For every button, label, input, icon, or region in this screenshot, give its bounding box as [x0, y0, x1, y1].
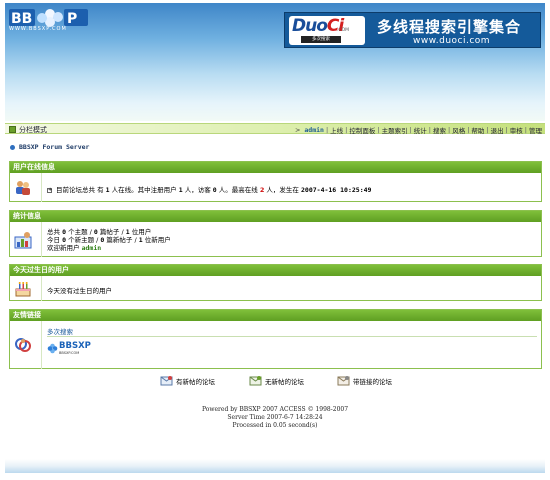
nav-item-logout[interactable]: 退出	[491, 125, 504, 135]
forum-old-icon	[249, 376, 262, 386]
nav-item-control-panel[interactable]: 控制面板	[349, 125, 375, 135]
bbsxp-logo-sub: BBSXP.COM	[59, 351, 80, 355]
forum-new-icon	[160, 376, 173, 386]
nav-item-admin[interactable]: 管理	[529, 125, 542, 135]
duoci-logo-sub: 多次搜索	[301, 36, 341, 43]
nav-item-stats[interactable]: 统计	[414, 125, 427, 135]
friend-links-body: 多次搜索 BBSXP BBSXP.COM	[10, 321, 541, 369]
birthday-body: 今天没有过生日的用户	[10, 276, 541, 301]
nav-item-review[interactable]: 审核	[510, 125, 523, 135]
nav-separator: |	[524, 125, 527, 134]
nav-separator: |	[486, 125, 489, 134]
stats-body: 总共 0 个主题 / 0 篇帖子 / 1 位用户 今日 0 个新主题 / 0 篇…	[10, 222, 541, 257]
layout-mode-label: 分栏模式	[19, 125, 47, 134]
bbsxp-logo-word: BBSXP	[59, 341, 91, 351]
footer-processed-time: Processed in 0.05 second(s)	[232, 422, 318, 429]
advert-url[interactable]: www.duoci.com	[413, 36, 490, 46]
online-summary: + 目前论坛总共 有 1 人在线。其中注册用户 1 人，访客 0 人。最高在线 2…	[47, 186, 372, 194]
section-divider	[41, 222, 42, 257]
header-banner: BB P WWW.BBSXP.COM DuoCi .COM 多次搜索 多线程搜索…	[5, 3, 545, 121]
stats-welcome-line: 欢迎新用户 admin	[47, 244, 102, 252]
nav-item-style[interactable]: 风格	[452, 125, 465, 135]
svg-text:BB: BB	[11, 11, 32, 27]
birthday-title: 今天过生日的用户	[10, 265, 541, 276]
breadcrumb[interactable]: BBSXP Forum Server	[10, 143, 89, 151]
legend-locked-label: 带链接的论坛	[353, 377, 392, 386]
legend-no-new-posts: 无新帖的论坛	[249, 375, 304, 386]
logo-caption: WWW.BBSXP.COM	[9, 26, 67, 32]
bbsxp-flower-icon	[47, 343, 58, 354]
nav-separator: |	[428, 125, 431, 134]
birthday-text: 今天没有过生日的用户	[47, 287, 112, 295]
advert-title: 多线程搜索引擎集合	[377, 18, 522, 36]
footer: Powered by BBSXP 2007 ACCESS © 1998-2007…	[5, 406, 545, 430]
nav-arrow: >	[294, 125, 301, 134]
breadcrumb-bullet-icon	[10, 144, 15, 150]
nav-item-online[interactable]: 上线	[330, 125, 343, 135]
page: BB P WWW.BBSXP.COM DuoCi .COM 多次搜索 多线程搜索…	[5, 3, 545, 473]
layout-icon	[9, 126, 16, 133]
nav-separator: |	[505, 125, 508, 134]
online-users-body: + 目前论坛总共 有 1 人在线。其中注册用户 1 人，访客 0 人。最高在线 2…	[10, 173, 541, 202]
users-online-icon	[16, 181, 30, 195]
stats-title: 统计信息	[10, 211, 541, 222]
link-divider	[47, 336, 537, 337]
nav-username[interactable]: admin	[304, 126, 324, 134]
forum-link-icon	[337, 376, 350, 386]
statistics-icon	[14, 232, 32, 249]
stats-section: 统计信息 总共 0 个主题 / 0 篇帖子 / 1 位用户 今日 0 个新主题 …	[9, 210, 542, 257]
duoci-logo: DuoCi .COM 多次搜索	[289, 16, 365, 45]
footer-bar	[5, 459, 545, 473]
friend-link-duoci[interactable]: 多次搜索	[47, 326, 73, 336]
friend-links-icon	[15, 338, 31, 352]
advert-banner[interactable]: DuoCi .COM 多次搜索 多线程搜索引擎集合 www.duoci.com	[284, 12, 541, 48]
bbsxp-logo[interactable]: BB P	[7, 5, 91, 37]
nav-menu: > admin | 上线 | 控制面板 | 主题索引 | 统计 | 搜索 | 风…	[294, 125, 542, 135]
legend-new-posts-label: 有新帖的论坛	[176, 377, 215, 386]
friend-link-bbsxp[interactable]: BBSXP BBSXP.COM	[47, 341, 91, 357]
section-divider	[41, 321, 42, 369]
nav-separator: |	[325, 125, 329, 134]
footer-powered-by: Powered by BBSXP 2007 ACCESS © 1998-2007	[201, 406, 349, 413]
online-users-title: 用户在线信息	[10, 162, 541, 173]
duoci-logo-com: .COM	[337, 28, 349, 33]
nav-separator: |	[345, 125, 348, 134]
nav-item-search[interactable]: 搜索	[433, 125, 446, 135]
legend-new-posts: 有新帖的论坛	[160, 375, 215, 386]
duoci-logo-word: DuoCi	[292, 16, 344, 36]
nav-separator: |	[377, 125, 380, 134]
nav-item-topic-index[interactable]: 主题索引	[382, 125, 408, 135]
breadcrumb-label[interactable]: BBSXP Forum Server	[19, 143, 89, 151]
section-divider	[41, 173, 42, 202]
newest-user-link[interactable]: admin	[82, 244, 102, 252]
legend-no-new-posts-label: 无新帖的论坛	[265, 377, 304, 386]
nav-item-help[interactable]: 帮助	[471, 125, 484, 135]
expand-icon[interactable]: +	[47, 187, 52, 193]
svg-text:P: P	[67, 11, 77, 27]
section-divider	[41, 276, 42, 301]
birthday-section: 今天过生日的用户 今天没有过生日的用户	[9, 264, 542, 301]
friend-links-title: 友情链接	[10, 310, 541, 321]
friend-links-section: 友情链接 多次搜索 BBSXP BBSXP.COM	[9, 309, 542, 369]
nav-separator: |	[409, 125, 412, 134]
online-users-section: 用户在线信息 + 目前论坛总共 有 1 人在线。其中注册用户 1 人，访客 0 人…	[9, 161, 542, 202]
legend-locked: 带链接的论坛	[337, 375, 392, 386]
footer-server-time: Server Time 2007-6-7 14:28:24	[227, 414, 323, 421]
nav-separator: |	[467, 125, 470, 134]
layout-mode-toggle[interactable]: 分栏模式	[9, 125, 47, 134]
birthday-cake-icon	[15, 282, 31, 297]
top-nav: 分栏模式 > admin | 上线 | 控制面板 | 主题索引 | 统计 | 搜…	[5, 123, 545, 135]
nav-separator: |	[447, 125, 451, 134]
